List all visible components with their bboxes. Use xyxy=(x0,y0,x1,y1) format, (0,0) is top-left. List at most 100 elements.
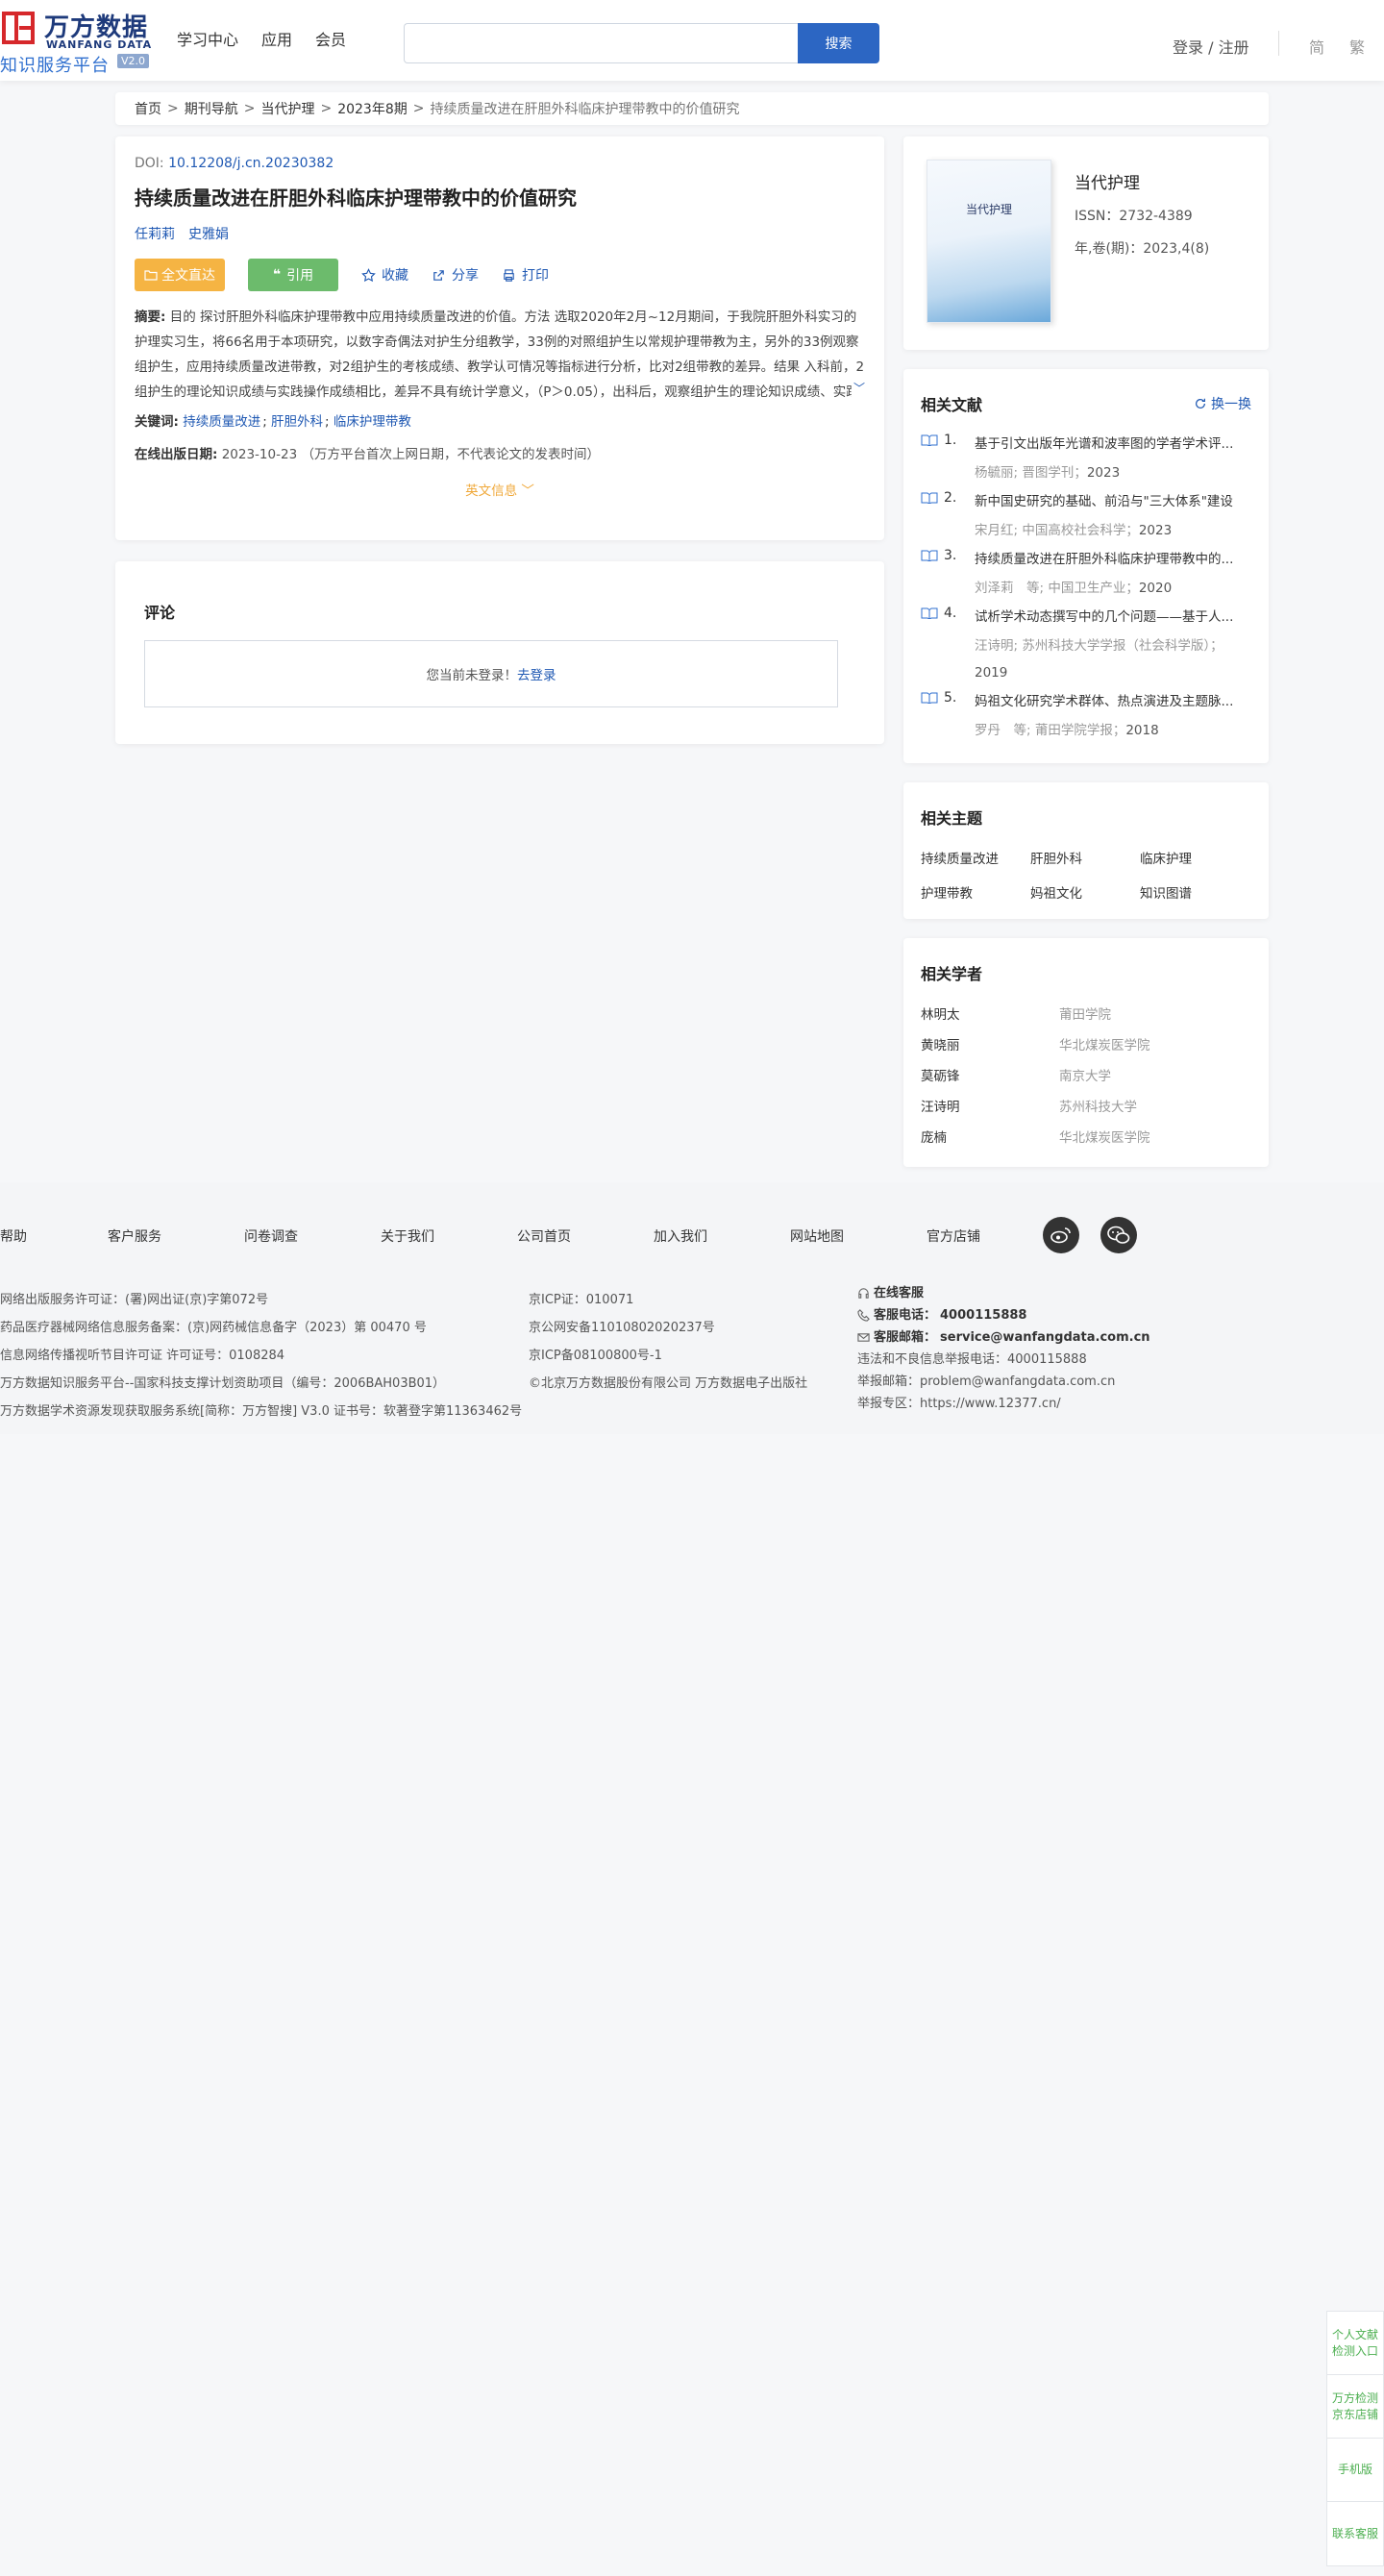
personal-check-entry[interactable]: 个人文献检测入口 xyxy=(1327,2312,1383,2375)
icp-line[interactable]: 京ICP证：010071 xyxy=(529,1286,807,1314)
lang-simplified[interactable]: 简 xyxy=(1309,35,1324,58)
item-number-text: 1. xyxy=(944,433,957,448)
topic-link[interactable]: 持续质量改进 xyxy=(921,848,1030,867)
icp-line[interactable]: 京ICP备08100800号-1 xyxy=(529,1342,807,1370)
english-info-toggle[interactable]: 英文信息 ﹀ xyxy=(135,480,865,499)
footer-link-about[interactable]: 关于我们 xyxy=(381,1226,434,1246)
literature-title[interactable]: 新中国史研究的基础、前沿与"三大体系"建设 xyxy=(975,490,1251,509)
breadcrumb-home[interactable]: 首页 xyxy=(135,99,161,118)
nav-learning-center[interactable]: 学习中心 xyxy=(177,27,238,50)
article-card: DOI: 10.12208/j.cn.20230382 持续质量改进在肝胆外科临… xyxy=(115,136,884,540)
footer-link-join-us[interactable]: 加入我们 xyxy=(654,1226,707,1246)
author-link[interactable]: 史雅娟 xyxy=(188,224,229,243)
breadcrumb-journal[interactable]: 当代护理 xyxy=(260,99,314,118)
print-button[interactable]: 打印 xyxy=(502,265,549,285)
star-icon xyxy=(361,267,376,282)
article-actions: 全文直达 ❝ 引用 收藏 分享 打印 xyxy=(135,259,865,291)
headset-icon xyxy=(858,1288,869,1299)
book-icon xyxy=(921,607,938,619)
author-link[interactable]: 任莉莉 xyxy=(135,224,175,243)
scholar-name[interactable]: 莫砺锋 xyxy=(921,1065,1059,1096)
literature-meta: 汪诗明; 苏州科技大学学报（社会科学版）； 2019 xyxy=(975,632,1251,686)
literature-title[interactable]: 妈祖文化研究学术群体、热点演进及主题脉... xyxy=(975,690,1251,709)
swap-button[interactable]: 换一换 xyxy=(1194,394,1251,413)
english-info-label: 英文信息 xyxy=(465,483,518,499)
journal-cover[interactable]: 当代护理 xyxy=(927,160,1051,323)
cite-button[interactable]: ❝ 引用 xyxy=(248,259,338,291)
topic-link[interactable]: 妈祖文化 xyxy=(1030,882,1140,902)
scholar-name[interactable]: 汪诗明 xyxy=(921,1096,1059,1127)
keyword-link[interactable]: 临床护理带教 xyxy=(334,414,411,430)
footer-link-company-home[interactable]: 公司首页 xyxy=(517,1226,571,1246)
topic-link[interactable]: 护理带教 xyxy=(921,882,1030,902)
literature-meta: 杨毓丽; 晋图学刊；2023 xyxy=(975,459,1251,486)
keyword-link[interactable]: 持续质量改进 xyxy=(183,414,260,430)
item-number-text: 3. xyxy=(944,548,957,563)
login-register-link[interactable]: 登录 / 注册 xyxy=(1173,35,1249,58)
search-input[interactable] xyxy=(404,23,798,63)
share-button[interactable]: 分享 xyxy=(432,265,479,285)
comment-login-prompt: 您当前未登录！ 去登录 xyxy=(144,640,838,707)
breadcrumb-journal-nav[interactable]: 期刊导航 xyxy=(185,99,238,118)
license-line: 网络出版服务许可证：(署)网出证(京)字第072号 xyxy=(0,1293,269,1307)
topic-link[interactable]: 临床护理 xyxy=(1140,848,1249,867)
wanfang-logo[interactable]: 万方数据 WANFANG DATA 知识服务平台 V2.0 xyxy=(0,6,154,76)
literature-title[interactable]: 基于引文出版年光谱和波率图的学者学术评... xyxy=(975,433,1251,452)
literature-authors-source: 杨毓丽; 晋图学刊； xyxy=(975,465,1087,481)
mail-icon xyxy=(857,1333,870,1342)
footer-link-help[interactable]: 帮助 xyxy=(0,1226,27,1246)
lang-traditional[interactable]: 繁 xyxy=(1349,35,1365,58)
email-value[interactable]: service@wanfangdata.com.cn xyxy=(940,1326,1150,1349)
scholar-org[interactable]: 华北煤炭医学院 xyxy=(1059,1127,1150,1157)
expand-abstract-chevron-down-icon[interactable]: ﹀ xyxy=(851,376,865,401)
footer-link-customer-service[interactable]: 客户服务 xyxy=(108,1226,161,1246)
chevron-down-icon: ﹀ xyxy=(521,483,534,499)
icp-line[interactable]: 京公网安备11010802020237号 xyxy=(529,1314,807,1342)
scholar-org[interactable]: 南京大学 xyxy=(1059,1065,1111,1096)
report-site[interactable]: 举报专区：https://www.12377.cn/ xyxy=(857,1393,1150,1415)
literature-meta: 宋月红; 中国高校社会科学；2023 xyxy=(975,517,1251,544)
favorite-button[interactable]: 收藏 xyxy=(361,265,408,285)
footer-link-official-store[interactable]: 官方店铺 xyxy=(927,1226,980,1246)
cite-label: 引用 xyxy=(286,268,314,284)
scholar-org[interactable]: 苏州科技大学 xyxy=(1059,1096,1137,1127)
scholar-org[interactable]: 华北煤炭医学院 xyxy=(1059,1034,1150,1065)
license-line: 信息网络传播视听节目许可证 许可证号：0108284 xyxy=(0,1349,285,1363)
printer-icon xyxy=(504,268,514,282)
jd-store-link[interactable]: 万方检测京东店铺 xyxy=(1327,2375,1383,2439)
literature-year: 2023 xyxy=(1086,465,1121,481)
item-number-text: 4. xyxy=(944,606,957,621)
not-logged-in-text: 您当前未登录！ xyxy=(426,668,518,683)
search-button[interactable]: 搜索 xyxy=(798,23,879,63)
breadcrumb-issue[interactable]: 2023年8期 xyxy=(337,99,408,118)
topic-link[interactable]: 肝胆外科 xyxy=(1030,848,1140,867)
book-icon xyxy=(921,692,938,704)
doi-label: DOI: xyxy=(135,156,164,171)
scholar-name[interactable]: 庞楠 xyxy=(921,1127,1059,1157)
footer-link-survey[interactable]: 问卷调查 xyxy=(244,1226,298,1246)
online-service[interactable]: 在线客服 xyxy=(857,1282,1150,1304)
related-topics-title: 相关主题 xyxy=(921,809,983,828)
literature-title[interactable]: 持续质量改进在肝胆外科临床护理带教中的... xyxy=(975,548,1251,567)
keyword-link[interactable]: 肝胆外科 xyxy=(271,414,323,430)
literature-year: 2019 xyxy=(975,665,1008,681)
email-label: 客服邮箱： xyxy=(874,1330,937,1345)
weibo-icon[interactable] xyxy=(1043,1217,1079,1253)
go-login-link[interactable]: 去登录 xyxy=(517,664,556,683)
scholar-org[interactable]: 莆田学院 xyxy=(1059,1003,1111,1034)
topic-link[interactable]: 知识图谱 xyxy=(1140,882,1249,902)
doi-link[interactable]: 10.12208/j.cn.20230382 xyxy=(168,156,334,171)
literature-title[interactable]: 试析学术动态撰写中的几个问题——基于人... xyxy=(975,606,1251,625)
journal-name[interactable]: 当代护理 xyxy=(1075,169,1140,193)
wechat-icon[interactable] xyxy=(1100,1217,1137,1253)
nav-membership[interactable]: 会员 xyxy=(315,27,346,50)
related-literature-card: 相关文献 换一换 1. 基于引文出版年光谱和波率图的学者学术评... 杨毓丽; … xyxy=(903,369,1269,763)
footer-link-sitemap[interactable]: 网站地图 xyxy=(790,1226,844,1246)
contact-service-link[interactable]: 联系客服 xyxy=(1327,2502,1383,2565)
mobile-version-link[interactable]: 手机版 xyxy=(1327,2439,1383,2502)
scholar-name[interactable]: 林明太 xyxy=(921,1003,1059,1034)
floating-side-panel: 个人文献检测入口 万方检测京东店铺 手机版 联系客服 xyxy=(1326,2311,1384,2566)
full-text-button[interactable]: 全文直达 xyxy=(135,259,225,291)
scholar-name[interactable]: 黄晓丽 xyxy=(921,1034,1059,1065)
nav-apps[interactable]: 应用 xyxy=(261,27,292,50)
